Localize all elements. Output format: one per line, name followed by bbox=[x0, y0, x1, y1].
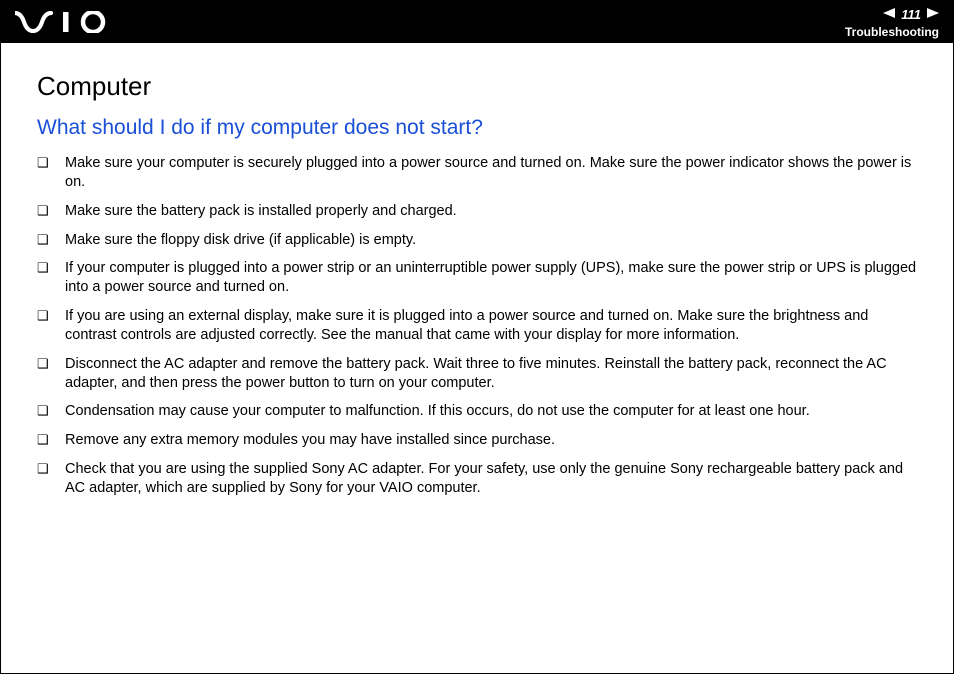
troubleshoot-list: ❑Make sure your computer is securely plu… bbox=[37, 154, 917, 498]
bullet-icon: ❑ bbox=[37, 232, 65, 249]
bullet-icon: ❑ bbox=[37, 461, 65, 478]
list-item: ❑Make sure the floppy disk drive (if app… bbox=[37, 231, 917, 250]
list-item: ❑If your computer is plugged into a powe… bbox=[37, 259, 917, 297]
list-item: ❑Condensation may cause your computer to… bbox=[37, 402, 917, 421]
list-item: ❑Make sure your computer is securely plu… bbox=[37, 154, 917, 192]
page-number: 111 bbox=[901, 7, 921, 22]
page-nav: 111 bbox=[883, 5, 939, 23]
bullet-icon: ❑ bbox=[37, 260, 65, 277]
header-bar: 111 Troubleshooting bbox=[1, 1, 953, 43]
bullet-icon: ❑ bbox=[37, 356, 65, 373]
list-item: ❑Check that you are using the supplied S… bbox=[37, 460, 917, 498]
bullet-icon: ❑ bbox=[37, 155, 65, 172]
bullet-icon: ❑ bbox=[37, 308, 65, 325]
list-item: ❑If you are using an external display, m… bbox=[37, 307, 917, 345]
question-heading: What should I do if my computer does not… bbox=[37, 116, 917, 140]
page-title: Computer bbox=[37, 71, 917, 102]
section-label: Troubleshooting bbox=[845, 25, 939, 39]
vaio-logo-svg bbox=[15, 11, 107, 33]
content-area: Computer What should I do if my computer… bbox=[1, 43, 953, 498]
bullet-icon: ❑ bbox=[37, 203, 65, 220]
prev-page-arrow-icon[interactable] bbox=[883, 5, 895, 23]
list-item: ❑Make sure the battery pack is installed… bbox=[37, 202, 917, 221]
next-page-arrow-icon[interactable] bbox=[927, 5, 939, 23]
vaio-logo bbox=[15, 11, 107, 33]
bullet-icon: ❑ bbox=[37, 432, 65, 449]
header-nav: 111 Troubleshooting bbox=[845, 5, 939, 39]
list-item: ❑Remove any extra memory modules you may… bbox=[37, 431, 917, 450]
list-item: ❑Disconnect the AC adapter and remove th… bbox=[37, 355, 917, 393]
manual-page: 111 Troubleshooting Computer What should… bbox=[0, 0, 954, 674]
bullet-icon: ❑ bbox=[37, 403, 65, 420]
